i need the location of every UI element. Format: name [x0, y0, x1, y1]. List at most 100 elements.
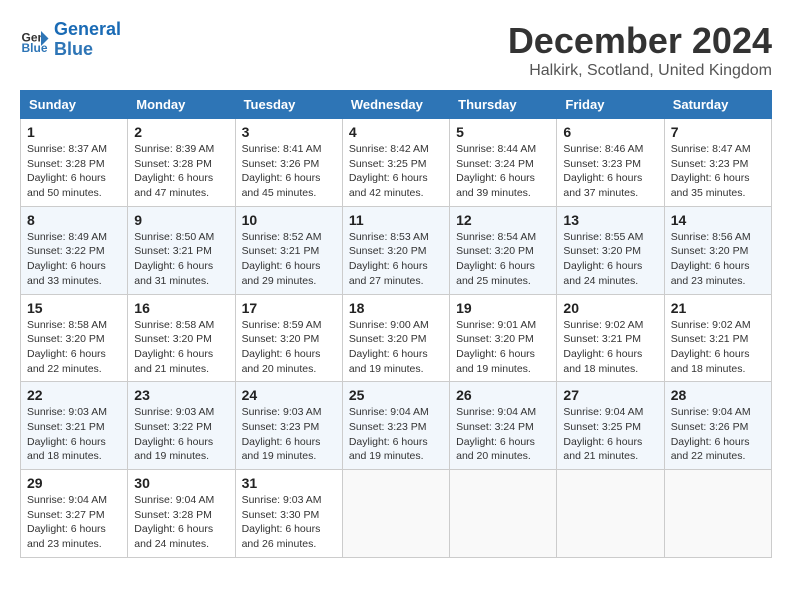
calendar-cell: 14 Sunrise: 8:56 AMSunset: 3:20 PMDaylig…: [664, 206, 771, 294]
calendar-cell: 6 Sunrise: 8:46 AMSunset: 3:23 PMDayligh…: [557, 119, 664, 207]
day-number: 1: [27, 124, 121, 140]
calendar-cell: 20 Sunrise: 9:02 AMSunset: 3:21 PMDaylig…: [557, 294, 664, 382]
day-number: 4: [349, 124, 443, 140]
day-number: 25: [349, 387, 443, 403]
day-info: Sunrise: 9:04 AMSunset: 3:24 PMDaylight:…: [456, 406, 536, 462]
day-info: Sunrise: 8:55 AMSunset: 3:20 PMDaylight:…: [563, 231, 643, 287]
weekday-header-row: SundayMondayTuesdayWednesdayThursdayFrid…: [21, 91, 772, 119]
day-number: 10: [242, 212, 336, 228]
day-number: 30: [134, 475, 228, 491]
calendar-cell: 3 Sunrise: 8:41 AMSunset: 3:26 PMDayligh…: [235, 119, 342, 207]
calendar-cell: 24 Sunrise: 9:03 AMSunset: 3:23 PMDaylig…: [235, 382, 342, 470]
day-info: Sunrise: 9:03 AMSunset: 3:21 PMDaylight:…: [27, 406, 107, 462]
day-info: Sunrise: 8:37 AMSunset: 3:28 PMDaylight:…: [27, 143, 107, 199]
calendar-week-3: 15 Sunrise: 8:58 AMSunset: 3:20 PMDaylig…: [21, 294, 772, 382]
calendar-cell: [342, 470, 449, 558]
calendar-cell: 30 Sunrise: 9:04 AMSunset: 3:28 PMDaylig…: [128, 470, 235, 558]
day-number: 27: [563, 387, 657, 403]
calendar-cell: 25 Sunrise: 9:04 AMSunset: 3:23 PMDaylig…: [342, 382, 449, 470]
day-info: Sunrise: 9:04 AMSunset: 3:28 PMDaylight:…: [134, 494, 214, 550]
day-number: 22: [27, 387, 121, 403]
calendar-cell: 4 Sunrise: 8:42 AMSunset: 3:25 PMDayligh…: [342, 119, 449, 207]
calendar-week-5: 29 Sunrise: 9:04 AMSunset: 3:27 PMDaylig…: [21, 470, 772, 558]
calendar-cell: 19 Sunrise: 9:01 AMSunset: 3:20 PMDaylig…: [450, 294, 557, 382]
calendar-cell: 5 Sunrise: 8:44 AMSunset: 3:24 PMDayligh…: [450, 119, 557, 207]
calendar-cell: 27 Sunrise: 9:04 AMSunset: 3:25 PMDaylig…: [557, 382, 664, 470]
calendar-cell: 31 Sunrise: 9:03 AMSunset: 3:30 PMDaylig…: [235, 470, 342, 558]
calendar-week-2: 8 Sunrise: 8:49 AMSunset: 3:22 PMDayligh…: [21, 206, 772, 294]
calendar-cell: 22 Sunrise: 9:03 AMSunset: 3:21 PMDaylig…: [21, 382, 128, 470]
day-number: 21: [671, 300, 765, 316]
weekday-header-saturday: Saturday: [664, 91, 771, 119]
day-info: Sunrise: 8:50 AMSunset: 3:21 PMDaylight:…: [134, 231, 214, 287]
logo-text: General Blue: [54, 20, 121, 60]
day-number: 14: [671, 212, 765, 228]
calendar-cell: 23 Sunrise: 9:03 AMSunset: 3:22 PMDaylig…: [128, 382, 235, 470]
day-number: 24: [242, 387, 336, 403]
day-info: Sunrise: 8:44 AMSunset: 3:24 PMDaylight:…: [456, 143, 536, 199]
day-info: Sunrise: 8:56 AMSunset: 3:20 PMDaylight:…: [671, 231, 751, 287]
day-number: 26: [456, 387, 550, 403]
day-number: 5: [456, 124, 550, 140]
calendar-cell: 17 Sunrise: 8:59 AMSunset: 3:20 PMDaylig…: [235, 294, 342, 382]
day-info: Sunrise: 9:02 AMSunset: 3:21 PMDaylight:…: [671, 319, 751, 375]
calendar-cell: 7 Sunrise: 8:47 AMSunset: 3:23 PMDayligh…: [664, 119, 771, 207]
day-info: Sunrise: 9:04 AMSunset: 3:26 PMDaylight:…: [671, 406, 751, 462]
day-info: Sunrise: 9:03 AMSunset: 3:30 PMDaylight:…: [242, 494, 322, 550]
day-number: 8: [27, 212, 121, 228]
calendar-cell: 8 Sunrise: 8:49 AMSunset: 3:22 PMDayligh…: [21, 206, 128, 294]
calendar-cell: [664, 470, 771, 558]
weekday-header-monday: Monday: [128, 91, 235, 119]
calendar-cell: 9 Sunrise: 8:50 AMSunset: 3:21 PMDayligh…: [128, 206, 235, 294]
day-info: Sunrise: 8:58 AMSunset: 3:20 PMDaylight:…: [134, 319, 214, 375]
calendar-cell: 11 Sunrise: 8:53 AMSunset: 3:20 PMDaylig…: [342, 206, 449, 294]
day-info: Sunrise: 9:04 AMSunset: 3:27 PMDaylight:…: [27, 494, 107, 550]
day-number: 11: [349, 212, 443, 228]
month-title: December 2024: [508, 20, 772, 62]
svg-text:Blue: Blue: [22, 41, 48, 55]
day-info: Sunrise: 8:46 AMSunset: 3:23 PMDaylight:…: [563, 143, 643, 199]
day-number: 18: [349, 300, 443, 316]
day-info: Sunrise: 8:49 AMSunset: 3:22 PMDaylight:…: [27, 231, 107, 287]
day-number: 29: [27, 475, 121, 491]
weekday-header-friday: Friday: [557, 91, 664, 119]
day-number: 7: [671, 124, 765, 140]
calendar-cell: 28 Sunrise: 9:04 AMSunset: 3:26 PMDaylig…: [664, 382, 771, 470]
day-number: 16: [134, 300, 228, 316]
logo-icon: Gen Blue: [20, 25, 50, 55]
day-info: Sunrise: 9:04 AMSunset: 3:23 PMDaylight:…: [349, 406, 429, 462]
calendar-cell: 12 Sunrise: 8:54 AMSunset: 3:20 PMDaylig…: [450, 206, 557, 294]
calendar-cell: [557, 470, 664, 558]
day-number: 15: [27, 300, 121, 316]
day-info: Sunrise: 8:42 AMSunset: 3:25 PMDaylight:…: [349, 143, 429, 199]
header: Gen Blue General Blue December 2024 Halk…: [20, 20, 772, 80]
location-subtitle: Halkirk, Scotland, United Kingdom: [508, 62, 772, 80]
weekday-header-sunday: Sunday: [21, 91, 128, 119]
day-number: 19: [456, 300, 550, 316]
calendar-cell: [450, 470, 557, 558]
calendar-cell: 18 Sunrise: 9:00 AMSunset: 3:20 PMDaylig…: [342, 294, 449, 382]
day-info: Sunrise: 8:47 AMSunset: 3:23 PMDaylight:…: [671, 143, 751, 199]
day-info: Sunrise: 9:04 AMSunset: 3:25 PMDaylight:…: [563, 406, 643, 462]
day-info: Sunrise: 8:52 AMSunset: 3:21 PMDaylight:…: [242, 231, 322, 287]
calendar-table: SundayMondayTuesdayWednesdayThursdayFrid…: [20, 90, 772, 558]
calendar-cell: 21 Sunrise: 9:02 AMSunset: 3:21 PMDaylig…: [664, 294, 771, 382]
day-number: 20: [563, 300, 657, 316]
day-info: Sunrise: 8:59 AMSunset: 3:20 PMDaylight:…: [242, 319, 322, 375]
day-number: 13: [563, 212, 657, 228]
day-number: 17: [242, 300, 336, 316]
calendar-cell: 13 Sunrise: 8:55 AMSunset: 3:20 PMDaylig…: [557, 206, 664, 294]
day-info: Sunrise: 8:53 AMSunset: 3:20 PMDaylight:…: [349, 231, 429, 287]
logo-line2: Blue: [54, 39, 93, 59]
logo-line1: General: [54, 19, 121, 39]
day-info: Sunrise: 8:41 AMSunset: 3:26 PMDaylight:…: [242, 143, 322, 199]
day-info: Sunrise: 9:03 AMSunset: 3:23 PMDaylight:…: [242, 406, 322, 462]
calendar-week-4: 22 Sunrise: 9:03 AMSunset: 3:21 PMDaylig…: [21, 382, 772, 470]
day-number: 3: [242, 124, 336, 140]
logo: Gen Blue General Blue: [20, 20, 121, 60]
day-number: 23: [134, 387, 228, 403]
day-info: Sunrise: 8:39 AMSunset: 3:28 PMDaylight:…: [134, 143, 214, 199]
day-number: 28: [671, 387, 765, 403]
weekday-header-thursday: Thursday: [450, 91, 557, 119]
calendar-cell: 1 Sunrise: 8:37 AMSunset: 3:28 PMDayligh…: [21, 119, 128, 207]
